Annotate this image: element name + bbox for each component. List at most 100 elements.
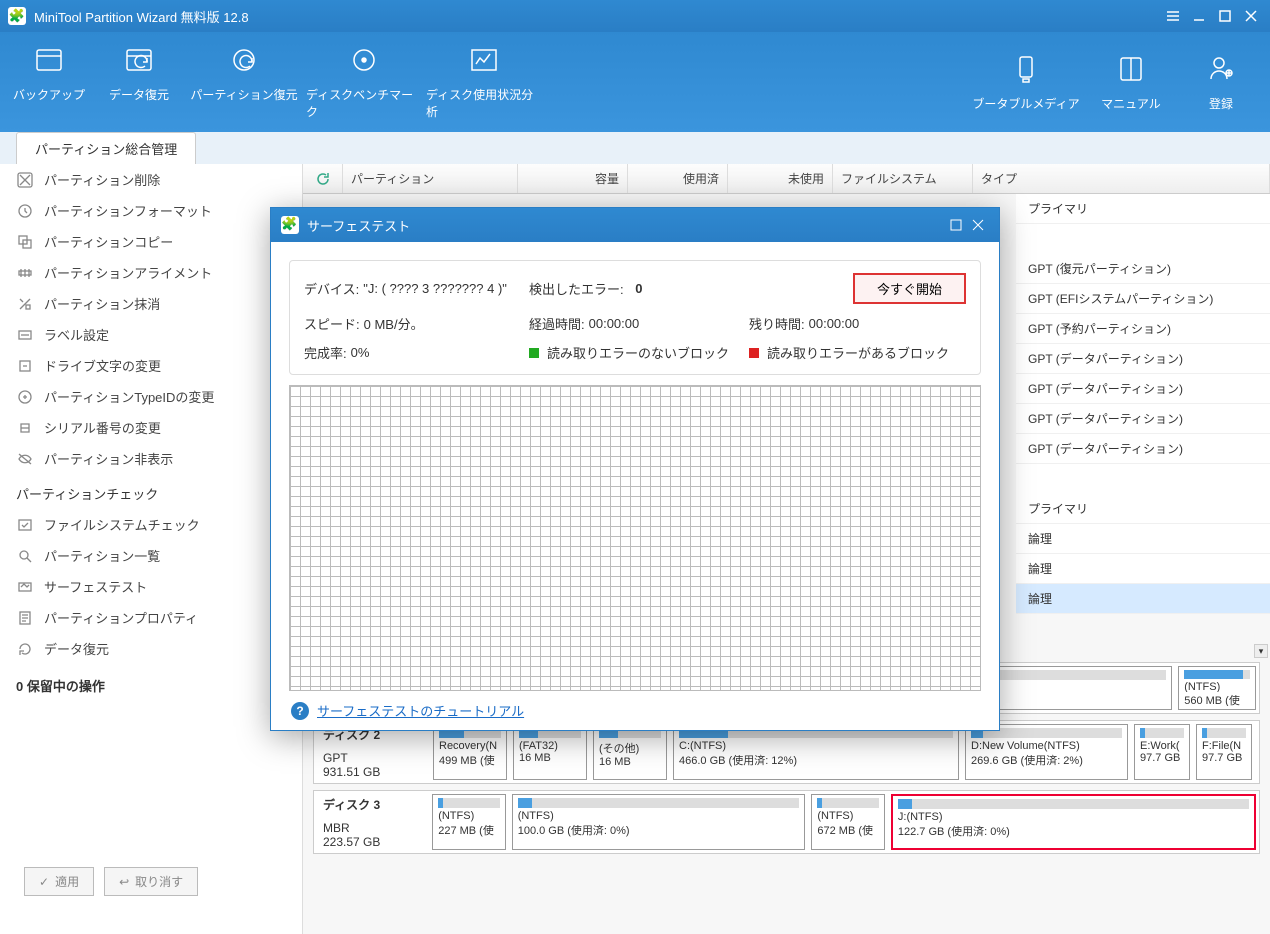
dialog-maximize-icon[interactable] — [945, 218, 967, 232]
sidebar-op-9[interactable]: パーティション非表示 — [8, 443, 294, 474]
minimize-icon[interactable] — [1188, 5, 1210, 27]
prec-icon — [228, 44, 260, 76]
type-row-0[interactable]: プライマリ — [1016, 194, 1270, 224]
legend-ok-icon — [529, 348, 539, 358]
type-row-8[interactable]: GPT (データパーティション) — [1016, 434, 1270, 464]
type-row-10[interactable]: プライマリ — [1016, 494, 1270, 524]
refresh-icon[interactable] — [303, 164, 343, 193]
disk2-part-6[interactable]: F:File(N97.7 GB — [1196, 724, 1252, 780]
app-logo-icon: 🧩 — [8, 7, 26, 25]
scroll-down-icon[interactable]: ▾ — [1254, 644, 1268, 658]
type-row-13[interactable]: 論理 — [1016, 584, 1270, 614]
check-icon-1 — [16, 548, 34, 564]
sidebar-op-4[interactable]: パーティション抹消 — [8, 288, 294, 319]
disk3-part-0[interactable]: (NTFS)227 MB (使 — [432, 794, 506, 850]
sidebar-op-8[interactable]: シリアル番号の変更 — [8, 412, 294, 443]
sidebar-op-5[interactable]: ラベル設定 — [8, 319, 294, 350]
help-icon: ? — [291, 702, 309, 720]
ribbon-analyze[interactable]: ディスク使用状況分析 — [424, 38, 544, 126]
type-row-11[interactable]: 論理 — [1016, 524, 1270, 554]
disk3-info: ディスク 3MBR223.57 GB — [317, 794, 426, 850]
disk2-part-2[interactable]: (その他)16 MB — [593, 724, 667, 780]
grid-header: パーティション 容量 使用済 未使用 ファイルシステム タイプ — [303, 164, 1270, 194]
ribbon-boot[interactable]: ブータブルメディア — [966, 47, 1086, 118]
tutorial-link[interactable]: サーフェステストのチュートリアル — [317, 701, 524, 720]
col-unused[interactable]: 未使用 — [728, 164, 833, 193]
disk2-part-3[interactable]: C:(NTFS)466.0 GB (使用済: 12%) — [673, 724, 959, 780]
col-filesystem[interactable]: ファイルシステム — [833, 164, 973, 193]
tab-partition-mgmt[interactable]: パーティション総合管理 — [16, 132, 196, 164]
disk2-part-4[interactable]: D:New Volume(NTFS)269.6 GB (使用済: 2%) — [965, 724, 1128, 780]
op-icon-2 — [16, 234, 34, 250]
ribbon-manual[interactable]: マニュアル — [1086, 47, 1176, 118]
type-row-7[interactable]: GPT (データパーティション) — [1016, 404, 1270, 434]
dialog-info-panel: デバイス: "J: ( ???? 3 ??????? 4 )" 検出したエラー:… — [289, 260, 981, 375]
ribbon-toolbar: バックアップデータ復元パーティション復元ディスクベンチマークディスク使用状況分析… — [0, 32, 1270, 132]
sidebar-check-1[interactable]: パーティション一覧 — [8, 540, 294, 571]
ribbon-bench[interactable]: ディスクベンチマーク — [304, 38, 424, 126]
type-row-4[interactable]: GPT (予約パーティション) — [1016, 314, 1270, 344]
col-capacity[interactable]: 容量 — [518, 164, 628, 193]
disk2-info: ディスク 2GPT931.51 GB — [317, 724, 427, 780]
disk3-part-2[interactable]: (NTFS)672 MB (使 — [811, 794, 885, 850]
dialog-titlebar: 🧩 サーフェステスト — [271, 208, 999, 242]
type-column-visible: プライマリ GPT (復元パーティション)GPT (EFIシステムパーティション)… — [1016, 194, 1270, 614]
sidebar-op-7[interactable]: パーティションTypeIDの変更 — [8, 381, 294, 412]
disk3-part-3[interactable]: J:(NTFS)122.7 GB (使用済: 0%) — [891, 794, 1256, 850]
bench-icon — [348, 44, 380, 76]
tutorial-link-row: ? サーフェステストのチュートリアル — [289, 691, 981, 720]
sidebar-op-0[interactable]: パーティション削除 — [8, 164, 294, 195]
type-row-12[interactable]: 論理 — [1016, 554, 1270, 584]
dialog-close-icon[interactable] — [967, 218, 989, 232]
op-icon-0 — [16, 172, 34, 188]
maximize-icon[interactable] — [1214, 5, 1236, 27]
ribbon-register[interactable]: 登録 — [1176, 47, 1266, 118]
register-icon — [1205, 53, 1237, 85]
col-used[interactable]: 使用済 — [628, 164, 728, 193]
sidebar-check-4[interactable]: データ復元 — [8, 633, 294, 664]
undo-button[interactable]: ↩ 取り消す — [104, 867, 198, 896]
check-icon-2 — [16, 579, 34, 595]
sidebar: パーティション削除パーティションフォーマットパーティションコピーパーティションア… — [0, 164, 303, 934]
type-row-6[interactable]: GPT (データパーティション) — [1016, 374, 1270, 404]
disk2-part-0[interactable]: Recovery(N499 MB (使 — [433, 724, 507, 780]
sidebar-op-6[interactable]: ドライブ文字の変更 — [8, 350, 294, 381]
recover-icon — [123, 44, 155, 76]
col-type[interactable]: タイプ — [973, 164, 1270, 193]
sidebar-op-1[interactable]: パーティションフォーマット — [8, 195, 294, 226]
sidebar-group-check[interactable]: パーティションチェック ⌃ — [8, 474, 294, 509]
block-grid — [289, 385, 981, 691]
apply-button[interactable]: ✓ 適用 — [24, 867, 94, 896]
sidebar-check-3[interactable]: パーティションプロパティ — [8, 602, 294, 633]
ribbon-backup[interactable]: バックアップ — [4, 38, 94, 126]
check-icon-4 — [16, 641, 34, 657]
menu-icon[interactable] — [1162, 5, 1184, 27]
col-partition[interactable]: パーティション — [343, 164, 518, 193]
type-row-3[interactable]: GPT (EFIシステムパーティション) — [1016, 284, 1270, 314]
app-title: MiniTool Partition Wizard 無料版 12.8 — [34, 7, 1158, 26]
sidebar-check-0[interactable]: ファイルシステムチェック — [8, 509, 294, 540]
surface-test-dialog: 🧩 サーフェステスト デバイス: "J: ( ???? 3 ??????? 4 … — [270, 207, 1000, 731]
op-icon-4 — [16, 296, 34, 312]
legend-bad-icon — [749, 348, 759, 358]
sidebar-op-3[interactable]: パーティションアライメント — [8, 257, 294, 288]
disk3-part-1[interactable]: (NTFS)100.0 GB (使用済: 0%) — [512, 794, 806, 850]
tab-bar: パーティション総合管理 — [0, 132, 1270, 164]
disk1-part-d[interactable]: (NTFS)560 MB (使 — [1178, 666, 1256, 710]
disk2-part-5[interactable]: E:Work(97.7 GB — [1134, 724, 1190, 780]
op-icon-9 — [16, 451, 34, 467]
sidebar-check-2[interactable]: サーフェステスト — [8, 571, 294, 602]
type-row-2[interactable]: GPT (復元パーティション) — [1016, 254, 1270, 284]
pending-operations: 0 保留中の操作 — [8, 664, 294, 707]
op-icon-5 — [16, 327, 34, 343]
op-icon-8 — [16, 420, 34, 436]
sidebar-op-2[interactable]: パーティションコピー — [8, 226, 294, 257]
disk2-part-1[interactable]: (FAT32)16 MB — [513, 724, 587, 780]
dialog-logo-icon: 🧩 — [281, 216, 299, 234]
ribbon-prec[interactable]: パーティション復元 — [184, 38, 304, 126]
ribbon-recover[interactable]: データ復元 — [94, 38, 184, 126]
close-icon[interactable] — [1240, 5, 1262, 27]
type-row-5[interactable]: GPT (データパーティション) — [1016, 344, 1270, 374]
start-now-button[interactable]: 今すぐ開始 — [853, 273, 966, 304]
backup-icon — [33, 44, 65, 76]
